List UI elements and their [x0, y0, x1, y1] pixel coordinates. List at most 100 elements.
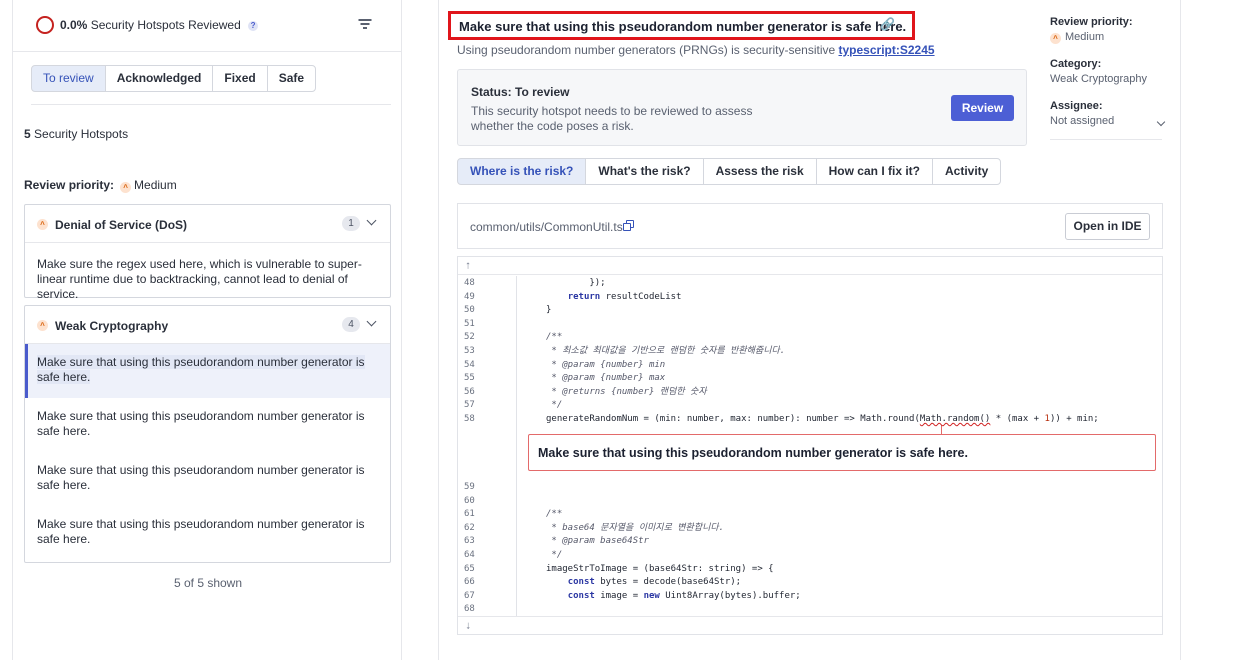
category-card-dos: ^ Denial of Service (DoS) 1 Make sure th…	[24, 204, 391, 301]
help-icon[interactable]: ?	[248, 20, 259, 31]
tab-activity[interactable]: Activity	[931, 158, 1002, 185]
meta-priority: Review priority: ^ Medium	[1050, 16, 1133, 44]
code-text: * @param {number} max	[546, 373, 666, 384]
line-number: 57	[464, 400, 475, 411]
reviewed-percent: 0.0%	[60, 18, 88, 32]
code-line: 48 });	[458, 277, 1158, 291]
code-line: 63 * @param base64Str	[458, 535, 1158, 549]
code-text: * base64 문자열을 이미지로 변환합니다.	[546, 522, 725, 533]
tab-fixed[interactable]: Fixed	[212, 65, 268, 92]
meta-category: Category: Weak Cryptography	[1050, 58, 1148, 85]
expand-up-icon[interactable]: ⭡	[458, 257, 1162, 275]
tab-acknowledged[interactable]: Acknowledged	[104, 65, 214, 92]
review-priority-heading: Review priority: ^ Medium	[24, 178, 177, 193]
code-line: 55 * @param {number} max	[458, 372, 1158, 386]
rule-link[interactable]: typescript:S2245	[839, 43, 935, 57]
line-number: 64	[464, 550, 475, 560]
detail-tabs: Where is the risk? What's the risk? Asse…	[457, 158, 1002, 185]
code-text: imageStrToImage = (base64Str: string) =>…	[546, 563, 774, 574]
hotspot-title: Make sure that using this pseudorandom n…	[448, 11, 916, 40]
line-number: 62	[464, 522, 475, 533]
status-description: This security hotspot needs to be review…	[471, 104, 753, 133]
code-text: /**	[546, 332, 563, 343]
code-line: 61 /**	[458, 508, 1158, 522]
tab-whats-the-risk[interactable]: What's the risk?	[585, 158, 704, 185]
file-path: common/utils/CommonUtil.ts	[470, 220, 623, 234]
issue-message-box: Make sure that using this pseudorandom n…	[528, 434, 1156, 471]
line-number: 51	[464, 318, 475, 329]
review-progress-ring-icon	[36, 16, 54, 34]
code-line: 67 const image = new Uint8Array(bytes).b…	[458, 590, 1158, 604]
tab-assess-the-risk[interactable]: Assess the risk	[702, 158, 817, 185]
tab-to-review[interactable]: To review	[31, 65, 106, 92]
code-line: 52 /**	[458, 331, 1158, 345]
code-text: */	[546, 550, 563, 560]
hotspot-count: 5 Security Hotspots	[24, 127, 129, 141]
category-count-badge: 4	[342, 317, 360, 332]
priority-medium-icon: ^	[1050, 33, 1061, 44]
line-number: 65	[464, 563, 475, 574]
line-number: 50	[464, 305, 475, 316]
line-number: 63	[464, 536, 475, 547]
issue-message: Make sure that using this pseudorandom n…	[538, 446, 968, 460]
code-text: /**	[546, 509, 563, 520]
tab-where-is-the-risk[interactable]: Where is the risk?	[457, 158, 587, 185]
code-text: });	[546, 278, 606, 288]
code-line: 62 * base64 문자열을 이미지로 변환합니다.	[458, 522, 1158, 536]
hotspot-item[interactable]: Make sure that using this pseudorandom n…	[25, 506, 390, 560]
expand-down-icon[interactable]: ⭣	[458, 616, 1162, 634]
code-line: 58 generateRandomNum = (min: number, max:…	[458, 413, 1158, 427]
review-button[interactable]: Review	[951, 95, 1014, 121]
code-text: */	[546, 400, 563, 411]
tab-how-can-i-fix-it[interactable]: How can I fix it?	[815, 158, 933, 185]
meta-assignee[interactable]: Assignee: Not assigned	[1050, 100, 1170, 127]
code-text: const image = new Uint8Array(bytes).buff…	[567, 590, 801, 601]
hotspot-item-selected[interactable]: Make sure that using this pseudorandom n…	[25, 344, 390, 398]
open-in-ide-button[interactable]: Open in IDE	[1065, 213, 1150, 240]
line-number: 54	[464, 359, 475, 370]
line-number: 67	[464, 590, 475, 601]
code-line: 65 imageStrToImage = (base64Str: string) …	[458, 563, 1158, 577]
tab-safe[interactable]: Safe	[266, 65, 317, 92]
category-header-weak-crypto[interactable]: ^ Weak Cryptography 4	[25, 306, 390, 344]
status-label: Status: To review	[471, 85, 570, 99]
code-line: 53 * 최소값 최대값을 기반으로 랜덤한 숫자를 반환해줍니다.	[458, 345, 1158, 359]
divider	[31, 104, 391, 105]
line-number: 60	[464, 495, 475, 506]
code-text: }	[546, 305, 552, 316]
code-line: 60	[458, 495, 1158, 509]
code-line: 59	[458, 481, 1158, 495]
line-number: 48	[464, 278, 475, 288]
code-text: return resultCodeList	[567, 291, 682, 302]
code-text: generateRandomNum = (min: number, max: n…	[546, 414, 1099, 424]
permalink-icon[interactable]: 🔗	[880, 17, 895, 31]
code-text: const bytes = decode(base64Str);	[567, 577, 742, 588]
line-number: 61	[464, 509, 475, 520]
category-header-dos[interactable]: ^ Denial of Service (DoS) 1	[25, 205, 390, 243]
priority-medium-icon: ^	[37, 219, 48, 230]
status-filter-tabs: To review Acknowledged Fixed Safe	[31, 65, 317, 92]
code-line: 56 * @returns {number} 랜덤한 숫자	[458, 386, 1158, 400]
category-card-weak-crypto: ^ Weak Cryptography 4 Make sure that usi…	[24, 305, 391, 563]
hotspot-item[interactable]: Make sure that using this pseudorandom n…	[25, 398, 390, 452]
chevron-down-icon[interactable]	[366, 316, 377, 327]
code-line: 64 */	[458, 549, 1158, 563]
hotspot-item[interactable]: Make sure that using this pseudorandom n…	[25, 452, 390, 506]
line-number: 53	[464, 346, 475, 356]
code-text: * 최소값 최대값을 기반으로 랜덤한 숫자를 반환해줍니다.	[546, 346, 786, 356]
shown-count: 5 of 5 shown	[173, 576, 243, 590]
code-line: 68	[458, 603, 1158, 617]
code-text: * @param {number} min	[546, 359, 666, 370]
filter-icon[interactable]	[358, 18, 372, 30]
line-number: 66	[464, 577, 475, 588]
chevron-down-icon[interactable]	[366, 215, 377, 226]
line-number: 58	[464, 414, 475, 424]
copy-icon[interactable]	[623, 220, 634, 231]
reviewed-label: Security Hotspots Reviewed	[90, 18, 241, 32]
hotspot-detail-panel: Make sure that using this pseudorandom n…	[438, 0, 1181, 660]
code-line: 66 const bytes = decode(base64Str);	[458, 576, 1158, 590]
code-line: 54 * @param {number} min	[458, 359, 1158, 373]
line-number: 49	[464, 291, 475, 302]
line-number: 68	[464, 604, 475, 615]
category-count-badge: 1	[342, 216, 360, 231]
